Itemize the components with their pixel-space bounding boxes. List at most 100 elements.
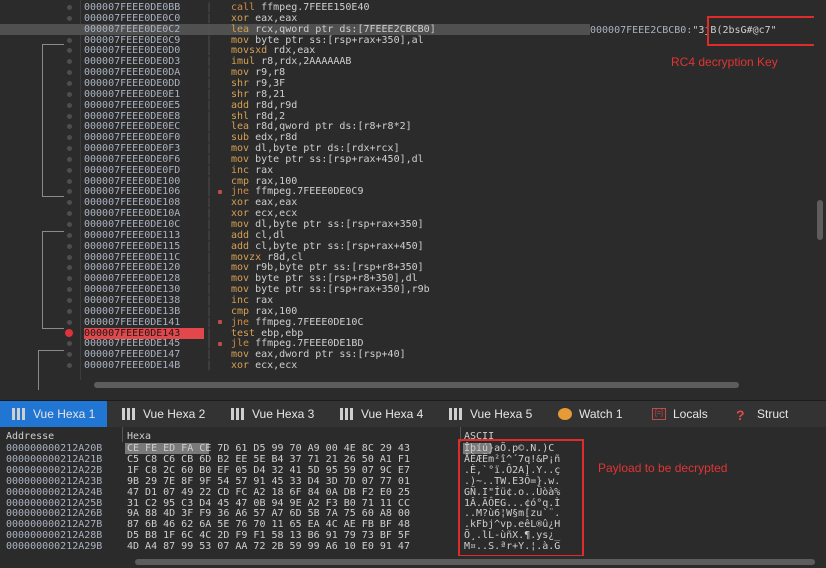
tab-vue-hexa-2[interactable]: Vue Hexa 2 [110,401,217,427]
hex-row-address: 000000000212A21B [6,453,103,465]
instruction-mnemonic: lea [231,121,250,133]
instruction-operands: r9,r8 [255,67,286,79]
hex-row-bytes: 4D A4 87 99 53 07 AA 72 2B 59 99 A6 10 E… [127,541,410,553]
instruction-text: jne ffmpeg.7FEEE0DE0C9 [231,186,591,197]
tab-watch-1[interactable]: Watch 1 [546,401,636,427]
instruction-row[interactable]: 000007FEEE0DE0F0 | sub edx,r8d [0,132,590,143]
instruction-row[interactable]: 000007FEEE0DE143 | test ebp,ebp [0,327,591,339]
payload-highlight-box [458,439,584,557]
instruction-row[interactable]: 000007FEEE0DE0D3 | imul r8,rdx,2AAAAAAB [0,56,590,67]
row-separator: | [206,110,213,122]
instruction-mnemonic: mov [231,284,250,296]
instruction-operands: byte ptr ss:[rsp+rax+350],al [255,34,424,46]
rc4-key-annotation: RC4 decryption Key [671,55,778,69]
instruction-row[interactable]: 000007FEEE0DE130 | mov byte ptr ss:[rsp+ra… [0,284,590,295]
instruction-address: 000007FEEE0DE100 [84,175,181,187]
instruction-row[interactable]: 000007FEEE0DE0E8 | shl r8d,2 [0,111,590,122]
instruction-row[interactable]: 000007FEEE0DE120 | mov r9b,byte ptr ss:[rs… [0,262,590,273]
instruction-row[interactable]: 000007FEEE0DE10A | xor ecx,ecx [0,208,590,219]
tab-vue-hexa-4[interactable]: Vue Hexa 4 [328,401,435,427]
hex-horizontal-scrollbar[interactable] [0,556,826,568]
tab-vue-hexa-5[interactable]: Vue Hexa 5 [437,401,544,427]
instruction-row[interactable]: 000007FEEE0DE11C | movzx r8d,cl [0,252,590,263]
instruction-row[interactable]: 000007FEEE0DE145 | jle ffmpeg.7FEEE0DE1BD [0,338,590,349]
row-separator: | [206,88,213,100]
instruction-row[interactable]: 000007FEEE0DE100 | cmp rax,100 [0,176,590,187]
instruction-row[interactable]: 000007FEEE0DE0E5 | add r8d,r9d [0,100,590,111]
disassembly-horizontal-scrollbar[interactable] [82,381,812,389]
instruction-operands: r8d,qword ptr ds:[r8+r8*2] [255,121,412,133]
instruction-address: 000007FEEE0DE120 [84,262,181,274]
instruction-mnemonic: xor [231,197,250,209]
instruction-row[interactable]: 000007FEEE0DE147 | mov eax,dword ptr ss:[r… [0,349,590,360]
hex-row-bytes: 9A 88 4D 3F F9 36 A6 57 A7 6D 5B 7A 75 6… [127,508,410,520]
instruction-operands: r8,rdx,2AAAAAAB [261,56,352,68]
tab-vue-hexa-1[interactable]: Vue Hexa 1 [0,401,107,427]
instruction-row[interactable]: 000007FEEE0DE113 | add cl,dl [0,230,590,241]
instruction-row[interactable]: 000007FEEE0DE0DD | shr r9,3F [0,78,590,89]
instruction-address: 000007FEEE0DE0DA [84,67,181,79]
scrollbar-thumb[interactable] [135,559,815,565]
hex-row-bytes: 31 C2 95 C3 D4 45 47 0B 94 9E A2 F3 B0 7… [127,497,410,509]
hex-row-address: 000000000212A26B [6,508,103,520]
instruction-operands: edx,r8d [255,132,298,144]
instruction-row[interactable]: 000007FEEE0DE141 | jne ffmpeg.7FEEE0DE10C [0,317,590,328]
row-separator: | [206,197,213,209]
scrollbar-thumb[interactable] [94,382,739,388]
instruction-row[interactable]: 000007FEEE0DE0F6 | mov byte ptr ss:[rsp+ra… [0,154,590,165]
hex-row-bytes: CE FE ED FA CE 7D 61 D5 99 70 A9 00 4E 8… [127,443,410,454]
instruction-mnemonic: shr [231,77,250,89]
column-header-address[interactable]: Addresse [6,430,54,443]
instruction-row[interactable]: 000007FEEE0DE0C9 | mov byte ptr ss:[rsp+ra… [0,35,590,46]
tab-label: Struct [757,407,789,421]
row-separator: | [206,273,213,285]
instruction-row[interactable]: 000007FEEE0DE0DA | mov r9,r8 [0,67,590,78]
instruction-text: add r8d,r9d [231,100,591,111]
row-separator: | [206,67,213,79]
row-separator: | [206,327,213,339]
disassembly-view[interactable]: 000007FEEE0DE0BB | call ffmpeg.7FEEE150E40… [0,0,826,395]
instruction-row[interactable]: 000007FEEE0DE115 | add cl,byte ptr ss:[rsp… [0,241,590,252]
instruction-text: add cl,dl [231,230,591,241]
instruction-row[interactable]: 000007FEEE0DE0EC | lea r8d,qword ptr ds:[r… [0,121,590,132]
hex-row-address: 000000000212A29B [6,541,103,553]
instruction-text: jne ffmpeg.7FEEE0DE10C [231,317,591,328]
instruction-row[interactable]: 000007FEEE0DE13B | cmp rax,100 [0,306,590,317]
instruction-row[interactable]: 000007FEEE0DE106 | jne ffmpeg.7FEEE0DE0C9 [0,186,590,197]
instruction-row[interactable]: 000007FEEE0DE138 | inc rax [0,295,590,306]
instruction-mnemonic: mov [231,349,250,361]
instruction-row[interactable]: 000007FEEE0DE10C | mov dl,byte ptr ss:[rsp… [0,219,590,230]
tab-label: Locals [673,407,708,421]
instruction-row[interactable]: 000007FEEE0DE0BB | call ffmpeg.7FEEE150E40 [0,2,590,13]
instruction-row[interactable]: 000007FEEE0DE108 | xor eax,eax [0,197,590,208]
instruction-text: mov dl,byte ptr ds:[rdx+rcx] [231,143,591,154]
instruction-row[interactable]: 000007FEEE0DE0D0 | movsxd rdx,eax [0,45,590,56]
tab-vue-hexa-3[interactable]: Vue Hexa 3 [219,401,326,427]
tab-label: Vue Hexa 3 [252,407,315,421]
instruction-row[interactable]: 000007FEEE0DE128 | mov byte ptr ss:[rsp+r8… [0,273,590,284]
hex-row-bytes: C5 C8 C6 CB 6D B2 EE 5E B4 37 71 21 26 5… [127,453,410,465]
instruction-text: test ebp,ebp [231,328,591,339]
row-separator: | [206,132,213,144]
scrollbar-thumb[interactable] [817,200,823,240]
instruction-row[interactable]: 000007FEEE0DE14B | xor ecx,ecx [0,360,590,371]
row-separator: | [206,56,213,68]
watch-icon [558,408,572,420]
column-divider[interactable] [122,427,123,442]
instruction-mnemonic: inc [231,294,250,306]
instruction-operands: ffmpeg.7FEEE150E40 [261,2,370,13]
instruction-operands: rax [255,294,274,306]
tab-label: Vue Hexa 5 [470,407,533,421]
row-separator: | [206,208,213,220]
instruction-row[interactable]: 000007FEEE0DE0F3 | mov dl,byte ptr ds:[rdx… [0,143,590,154]
disassembly-vertical-scrollbar[interactable] [814,0,826,395]
instruction-text: cmp rax,100 [231,176,591,187]
instruction-row[interactable]: 000007FEEE0DE0E1 | shr r8,21 [0,89,590,100]
tab-struct[interactable]: ? Struct [726,401,826,427]
instruction-row[interactable]: 000007FEEE0DE0C0 | xor eax,eax [0,13,590,24]
instruction-row[interactable]: 000007FEEE0DE0C2 | lea rcx,qword ptr ds:[7… [0,23,590,35]
tab-locals[interactable]: [=] Locals [640,401,724,427]
row-separator: | [206,262,213,274]
column-header-hex[interactable]: Hexa [127,430,151,443]
instruction-row[interactable]: 000007FEEE0DE0FD | inc rax [0,165,590,176]
